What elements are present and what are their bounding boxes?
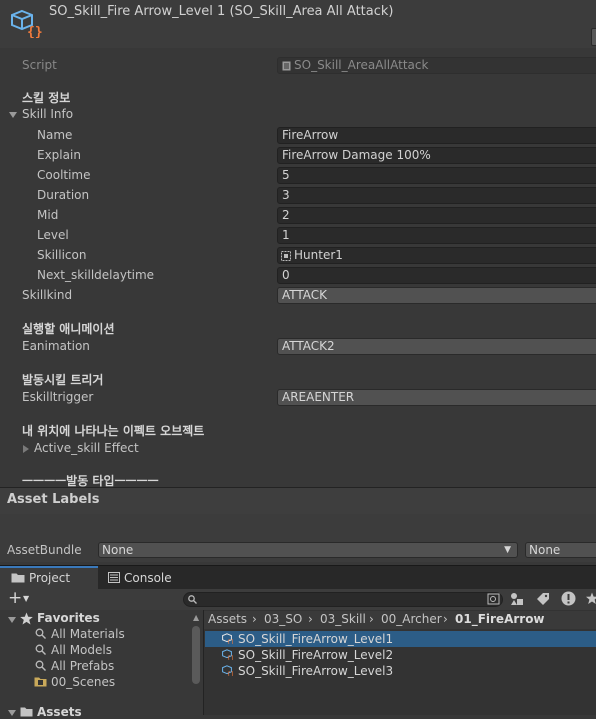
tab-project-label: Project: [29, 571, 71, 585]
tab-console-label[interactable]: Console: [124, 571, 172, 585]
duration-label: Duration: [37, 188, 90, 202]
filter-by-type-icon[interactable]: [510, 592, 524, 606]
eanimation-dropdown[interactable]: ATTACK2: [277, 338, 596, 355]
scriptable-object-file-icon: {}: [222, 633, 233, 644]
active-effect-foldout-icon[interactable]: [23, 445, 29, 453]
asset-bundle-label: AssetBundle: [7, 543, 82, 557]
eskilltrigger-label: Eskilltrigger: [22, 390, 94, 404]
scroll-up-icon[interactable]: ▲: [193, 613, 199, 622]
scene-folder-icon: [34, 677, 47, 687]
file-name: SO_Skill_FireArrow_Level1: [238, 632, 394, 646]
asset-bundle-dropdown[interactable]: None ▼: [98, 542, 518, 558]
breadcrumb-item[interactable]: Assets: [208, 612, 247, 626]
file-name: SO_Skill_FireArrow_Level2: [238, 648, 394, 662]
breadcrumb-separator-icon: ›: [252, 612, 257, 626]
skillkind-label: Skillkind: [22, 288, 73, 302]
search-icon: [35, 660, 46, 671]
eanimation-label: Eanimation: [22, 339, 90, 353]
name-field[interactable]: FireArrow: [277, 127, 596, 144]
skill-info-foldout-icon[interactable]: [9, 112, 17, 118]
add-icon[interactable]: +: [8, 589, 22, 608]
eskilltrigger-dropdown[interactable]: AREAENTER: [277, 389, 596, 406]
breadcrumb-item[interactable]: 00_Archer: [381, 612, 442, 626]
effect-header: 내 위치에 나타나는 이펙트 오브젝트: [22, 424, 205, 438]
svg-text:{}: {}: [227, 671, 233, 676]
asset-variant-value: None: [529, 543, 561, 557]
file-item[interactable]: {} SO_Skill_FireArrow_Level2: [205, 647, 596, 663]
script-value: SO_Skill_AreaAllAttack: [294, 58, 429, 72]
next-skilldelaytime-field[interactable]: 0: [277, 267, 596, 284]
trigger-header: 발동시킬 트리거: [22, 373, 104, 387]
skill-info-header: 스킬 정보: [22, 91, 71, 105]
favorite-item[interactable]: 00_Scenes: [51, 675, 115, 689]
level-label: Level: [37, 228, 69, 242]
folder-tree-scrollbar[interactable]: [192, 626, 200, 684]
svg-text:{}: {}: [227, 655, 233, 660]
scriptable-object-file-icon: {}: [222, 649, 233, 660]
filter-by-label-icon[interactable]: [536, 592, 550, 606]
console-icon: [108, 572, 120, 583]
file-item[interactable]: {} SO_Skill_FireArrow_Level1: [205, 631, 596, 647]
breadcrumb-separator-icon: ›: [369, 612, 374, 626]
sprite-icon: [281, 251, 291, 261]
search-icon: [35, 644, 46, 655]
skill-info-label[interactable]: Skill Info: [22, 107, 73, 121]
skillicon-label: Skillicon: [37, 248, 87, 262]
cooltime-label: Cooltime: [37, 168, 91, 182]
search-input[interactable]: [183, 592, 503, 607]
header-menu-button[interactable]: [591, 28, 596, 46]
favorite-item[interactable]: All Materials: [51, 627, 125, 641]
breadcrumb-item[interactable]: 03_SO: [264, 612, 302, 626]
favorites-foldout-icon[interactable]: [8, 617, 16, 623]
breadcrumb-separator-icon: ›: [443, 612, 448, 626]
add-chevron-down-icon[interactable]: ▼: [23, 594, 29, 603]
asset-bundle-value: None: [102, 543, 134, 557]
star-icon: [20, 612, 33, 625]
cooltime-field[interactable]: 5: [277, 167, 596, 184]
chevron-down-icon: ▼: [504, 545, 511, 555]
active-effect-label[interactable]: Active_skill Effect: [34, 441, 139, 455]
search-icon: [188, 595, 197, 604]
file-item[interactable]: {} SO_Skill_FireArrow_Level3: [205, 663, 596, 679]
search-icon: [35, 628, 46, 639]
mid-field[interactable]: 2: [277, 207, 596, 224]
favorites-label[interactable]: Favorites: [37, 611, 100, 625]
inspector-title: SO_Skill_Fire Arrow_Level 1 (SO_Skill_Ar…: [49, 4, 394, 19]
breadcrumb-current[interactable]: 01_FireArrow: [455, 612, 545, 626]
assets-foldout-icon[interactable]: [8, 710, 16, 716]
animation-header: 실행할 애니메이션: [22, 322, 115, 336]
script-field[interactable]: SO_Skill_AreaAllAttack: [277, 57, 596, 74]
mid-label: Mid: [37, 208, 59, 222]
explain-field[interactable]: FireArrow Damage 100%: [277, 147, 596, 164]
favorite-item[interactable]: All Prefabs: [51, 659, 114, 673]
favorite-star-icon[interactable]: [586, 592, 596, 605]
skillkind-dropdown[interactable]: ATTACK: [277, 287, 596, 304]
file-name: SO_Skill_FireArrow_Level3: [238, 664, 394, 678]
next-skilldelaytime-label: Next_skilldelaytime: [37, 268, 155, 282]
skillicon-value: Hunter1: [294, 248, 343, 262]
script-label: Script: [22, 58, 57, 72]
scriptable-object-icon: {}: [11, 9, 42, 38]
asset-variant-dropdown[interactable]: None: [525, 542, 596, 558]
skillicon-field[interactable]: Hunter1: [277, 247, 596, 264]
svg-text:{}: {}: [227, 639, 233, 644]
breadcrumb-item[interactable]: 03_Skill: [320, 612, 366, 626]
breadcrumb-separator-icon: ›: [308, 612, 313, 626]
asset-labels-title: Asset Labels: [7, 492, 100, 507]
scriptable-object-file-icon: {}: [222, 665, 233, 676]
svg-text:{}: {}: [27, 25, 42, 38]
name-label: Name: [37, 128, 73, 142]
explain-label: Explain: [37, 148, 81, 162]
level-field[interactable]: 1: [277, 227, 596, 244]
favorite-item[interactable]: All Models: [51, 643, 112, 657]
folder-icon: [20, 707, 33, 717]
script-file-icon: [282, 61, 291, 71]
warning-icon[interactable]: [561, 591, 576, 606]
assets-root-label[interactable]: Assets: [37, 705, 82, 719]
search-filter-icon[interactable]: [487, 592, 501, 606]
folder-icon: [11, 573, 25, 583]
duration-field[interactable]: 3: [277, 187, 596, 204]
